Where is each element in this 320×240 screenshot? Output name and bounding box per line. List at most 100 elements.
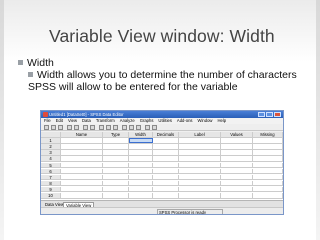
- grid-cell[interactable]: [129, 174, 153, 180]
- grid-cell[interactable]: [103, 156, 129, 161]
- grid-cell[interactable]: [153, 186, 179, 192]
- grid-cell[interactable]: [179, 144, 221, 149]
- grid-cell[interactable]: [61, 162, 103, 168]
- grid-cell[interactable]: [61, 193, 103, 198]
- insert-cases-icon[interactable]: [106, 125, 111, 130]
- grid-cell[interactable]: [221, 186, 253, 192]
- grid-cell[interactable]: [179, 150, 221, 155]
- row-number[interactable]: 3: [41, 150, 61, 155]
- save-icon[interactable]: [51, 125, 56, 130]
- row-number[interactable]: 10: [41, 193, 61, 198]
- row-number[interactable]: 9: [41, 186, 61, 192]
- grid-cell[interactable]: [129, 193, 153, 198]
- row-number[interactable]: 6: [41, 168, 61, 174]
- grid-cell[interactable]: [253, 174, 283, 180]
- grid-cell[interactable]: [253, 193, 283, 198]
- row-number[interactable]: 2: [41, 144, 61, 149]
- grid-cell[interactable]: [61, 180, 103, 186]
- grid-cell[interactable]: [153, 156, 179, 161]
- open-icon[interactable]: [44, 125, 49, 130]
- column-header-name[interactable]: Name: [61, 132, 103, 137]
- weight-cases-icon[interactable]: [129, 125, 134, 130]
- grid-cell[interactable]: [61, 150, 103, 155]
- grid-cell[interactable]: [61, 144, 103, 149]
- column-header-decimals[interactable]: Decimals: [153, 132, 179, 137]
- grid-cell[interactable]: [253, 168, 283, 174]
- grid-cell[interactable]: [103, 174, 129, 180]
- grid-cell[interactable]: [153, 144, 179, 149]
- grid-cell[interactable]: [179, 180, 221, 186]
- spss-titlebar[interactable]: Untitled1 [DataSet0] - SPSS Data Editor: [41, 111, 283, 118]
- print-icon[interactable]: [58, 125, 63, 130]
- grid-cell[interactable]: [129, 144, 153, 149]
- grid-cell[interactable]: [153, 180, 179, 186]
- insert-variable-icon[interactable]: [113, 125, 118, 130]
- grid-cell[interactable]: [61, 186, 103, 192]
- grid-cell[interactable]: [61, 156, 103, 161]
- column-header-values[interactable]: Values: [221, 132, 253, 137]
- grid-cell[interactable]: [129, 150, 153, 155]
- minimize-button[interactable]: [258, 112, 265, 117]
- grid-cell[interactable]: [153, 168, 179, 174]
- grid-cell[interactable]: [129, 156, 153, 161]
- grid-cell[interactable]: [221, 156, 253, 161]
- grid-cell[interactable]: [153, 138, 179, 143]
- row-number[interactable]: 8: [41, 180, 61, 186]
- grid-cell[interactable]: [103, 138, 129, 143]
- grid-cell[interactable]: [61, 138, 103, 143]
- grid-cell[interactable]: [253, 180, 283, 186]
- row-number[interactable]: 1: [41, 138, 61, 143]
- undo-icon[interactable]: [67, 125, 72, 130]
- grid-cell[interactable]: [221, 150, 253, 155]
- grid-cell[interactable]: [179, 138, 221, 143]
- maximize-button[interactable]: [266, 112, 273, 117]
- use-sets-icon[interactable]: [152, 125, 157, 130]
- grid-cell[interactable]: [103, 168, 129, 174]
- column-header-type[interactable]: Type: [103, 132, 129, 137]
- grid-cell[interactable]: [253, 144, 283, 149]
- grid-cell[interactable]: [221, 174, 253, 180]
- goto-case-icon[interactable]: [83, 125, 88, 130]
- grid-cell[interactable]: [153, 174, 179, 180]
- grid-cell[interactable]: [221, 138, 253, 143]
- row-number[interactable]: 4: [41, 156, 61, 161]
- grid-cell[interactable]: [179, 193, 221, 198]
- grid-cell[interactable]: [129, 186, 153, 192]
- column-header-label[interactable]: Label: [179, 132, 221, 137]
- grid-cell[interactable]: [103, 150, 129, 155]
- grid-cell[interactable]: [253, 156, 283, 161]
- grid-cell[interactable]: [103, 162, 129, 168]
- grid-cell[interactable]: [103, 144, 129, 149]
- grid-cell[interactable]: [221, 162, 253, 168]
- value-labels-icon[interactable]: [145, 125, 150, 130]
- grid-cell[interactable]: [103, 193, 129, 198]
- column-header-missing[interactable]: Missing: [253, 132, 283, 137]
- find-icon[interactable]: [99, 125, 104, 130]
- grid-cell[interactable]: [179, 162, 221, 168]
- grid-cell[interactable]: [129, 180, 153, 186]
- grid-cell[interactable]: [221, 168, 253, 174]
- grid-cell[interactable]: [129, 162, 153, 168]
- close-button[interactable]: [274, 112, 281, 117]
- column-header-width[interactable]: Width: [129, 132, 153, 137]
- grid-cell[interactable]: [221, 193, 253, 198]
- row-number[interactable]: 5: [41, 162, 61, 168]
- grid-cell[interactable]: [153, 162, 179, 168]
- grid-cell[interactable]: [153, 150, 179, 155]
- select-cases-icon[interactable]: [136, 125, 141, 130]
- grid-cell[interactable]: [61, 174, 103, 180]
- selected-width-cell[interactable]: [129, 138, 153, 143]
- grid-cell[interactable]: [179, 168, 221, 174]
- split-file-icon[interactable]: [122, 125, 127, 130]
- grid-cell[interactable]: [221, 180, 253, 186]
- grid-cell[interactable]: [253, 138, 283, 143]
- grid-cell[interactable]: [153, 193, 179, 198]
- redo-icon[interactable]: [74, 125, 79, 130]
- grid-cell[interactable]: [61, 168, 103, 174]
- grid-cell[interactable]: [253, 162, 283, 168]
- grid-cell[interactable]: [129, 168, 153, 174]
- grid-cell[interactable]: [103, 180, 129, 186]
- grid-cell[interactable]: [179, 186, 221, 192]
- grid-cell[interactable]: [221, 144, 253, 149]
- grid-cell[interactable]: [253, 186, 283, 192]
